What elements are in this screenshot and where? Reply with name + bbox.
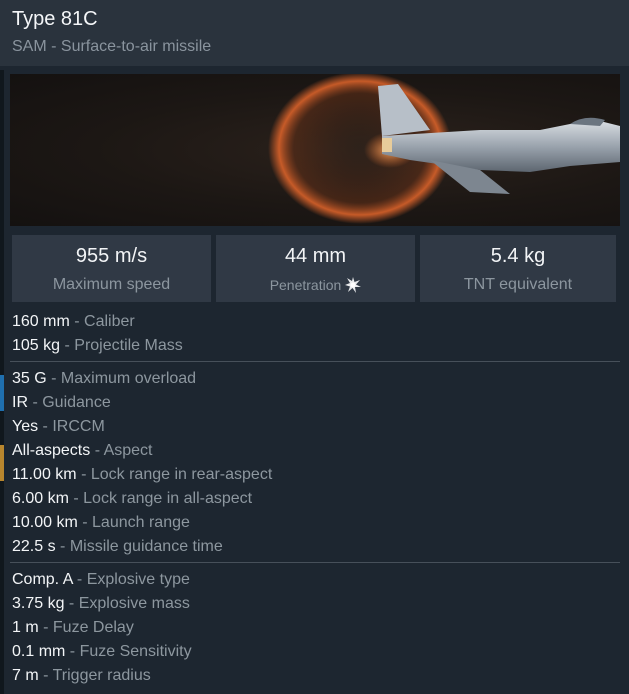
stats-row: 955 m/s Maximum speed 44 mm Penetration …	[12, 235, 616, 302]
property-label: - Maximum overload	[46, 370, 197, 387]
property-value: IR	[12, 394, 28, 411]
property-label: - Caliber	[69, 313, 135, 330]
property-label: - IRCCM	[38, 418, 105, 435]
property-label: - Lock range in rear-aspect	[76, 466, 273, 483]
property-row: 11.00 km - Lock range in rear-aspect	[12, 463, 620, 487]
property-row: 3.75 kg - Explosive mass	[12, 592, 620, 616]
property-row: 22.5 s - Missile guidance time	[12, 535, 620, 559]
property-value: 1 m	[12, 619, 39, 636]
property-row: 160 mm - Caliber	[12, 310, 620, 334]
property-value: 3.75 kg	[12, 595, 65, 612]
property-label: - Launch range	[77, 514, 190, 531]
property-row: 0.1 mm - Fuze Sensitivity	[12, 640, 620, 664]
property-label: - Missile guidance time	[55, 538, 223, 555]
explosion-burst-icon	[345, 277, 362, 293]
property-value: Comp. A	[12, 571, 73, 588]
property-value: 11.00 km	[12, 466, 77, 483]
stat-label: Maximum speed	[52, 276, 171, 293]
property-value: 7 m	[12, 667, 39, 684]
property-label: - Lock range in all-aspect	[68, 490, 253, 507]
left-edge-strip	[0, 70, 4, 694]
weapon-preview-image	[10, 74, 620, 226]
basic-properties-group: 160 mm - Caliber 105 kg - Projectile Mas…	[12, 310, 620, 358]
stat-tnt-equivalent: 5.4 kg TNT equivalent	[420, 235, 616, 302]
stat-label: Penetration	[269, 277, 342, 293]
edge-mark-blue	[0, 375, 4, 411]
property-row: All-aspects - Aspect	[12, 439, 620, 463]
stat-max-speed: 955 m/s Maximum speed	[12, 235, 211, 302]
property-value: 35 G	[12, 370, 47, 387]
weapon-title: Type 81C	[12, 8, 98, 30]
property-row: IR - Guidance	[12, 391, 620, 415]
stat-label-row: Penetration	[216, 277, 415, 293]
property-label: - Explosive type	[72, 571, 190, 588]
warhead-properties-group: Comp. A - Explosive type 3.75 kg - Explo…	[12, 568, 620, 688]
property-label: - Fuze Delay	[38, 619, 134, 636]
stat-label: TNT equivalent	[463, 276, 573, 293]
stat-value: 5.4 kg	[490, 245, 546, 267]
property-value: 105 kg	[12, 337, 61, 354]
property-value: 22.5 s	[12, 538, 56, 555]
property-row: 10.00 km - Launch range	[12, 511, 620, 535]
property-row: Comp. A - Explosive type	[12, 568, 620, 592]
property-value: All-aspects	[12, 442, 91, 459]
stat-penetration: 44 mm Penetration	[216, 235, 415, 302]
property-label: - Aspect	[90, 442, 153, 459]
property-value: 10.00 km	[12, 514, 78, 531]
stat-value: 955 m/s	[75, 245, 148, 267]
property-row: 35 G - Maximum overload	[12, 367, 620, 391]
property-label: - Guidance	[28, 394, 111, 411]
property-row: 105 kg - Projectile Mass	[12, 334, 620, 358]
property-label: - Trigger radius	[38, 667, 151, 684]
card-header: Type 81C SAM - Surface-to-air missile	[0, 0, 629, 66]
property-row: Yes - IRCCM	[12, 415, 620, 439]
property-label: - Fuze Sensitivity	[65, 643, 192, 660]
edge-mark-orange	[0, 445, 4, 481]
weapon-subtitle: SAM - Surface-to-air missile	[12, 38, 212, 55]
section-divider	[10, 562, 620, 563]
property-value: 160 mm	[12, 313, 70, 330]
section-divider	[10, 361, 620, 362]
stat-value: 44 mm	[284, 245, 347, 267]
property-label: - Projectile Mass	[60, 337, 183, 354]
property-value: 0.1 mm	[12, 643, 66, 660]
property-row: 1 m - Fuze Delay	[12, 616, 620, 640]
property-row: 7 m - Trigger radius	[12, 664, 620, 688]
property-value: Yes	[12, 418, 39, 435]
weapon-info-card: Type 81C SAM - Surface-to-air missile 95…	[0, 0, 629, 694]
guidance-properties-group: 35 G - Maximum overload IR - Guidance Ye…	[12, 367, 620, 559]
property-value: 6.00 km	[12, 490, 69, 507]
property-row: 6.00 km - Lock range in all-aspect	[12, 487, 620, 511]
property-label: - Explosive mass	[64, 595, 190, 612]
